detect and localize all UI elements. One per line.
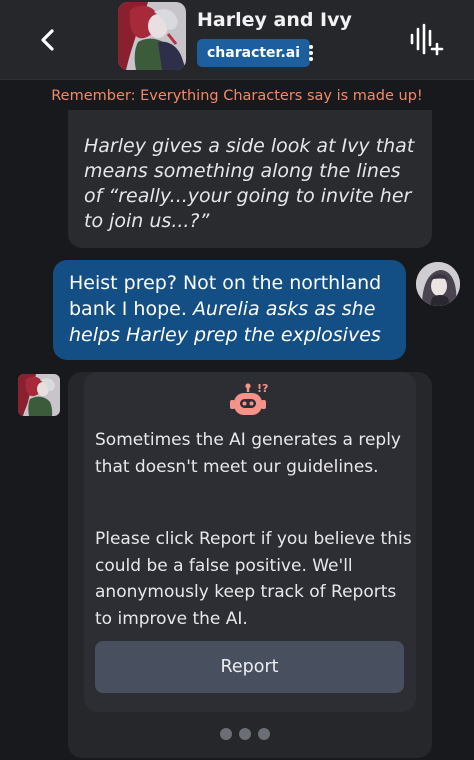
back-button[interactable] bbox=[30, 22, 66, 58]
disclaimer-banner: Remember: Everything Characters say is m… bbox=[0, 80, 474, 112]
moderation-report-explanation: Please click Report if you believe this … bbox=[95, 529, 412, 629]
robot-alert-icon: !? bbox=[228, 382, 274, 422]
typing-dot bbox=[258, 728, 270, 740]
bot-message-text: Harley gives a side look at Ivy that mea… bbox=[84, 135, 415, 232]
bot-message-bubble[interactable]: Harley gives a side look at Ivy that mea… bbox=[68, 110, 432, 248]
typing-dot bbox=[220, 728, 232, 740]
more-vertical-icon bbox=[309, 45, 313, 61]
user-message-bubble[interactable]: Heist prep? Not on the northland bank I … bbox=[53, 260, 406, 360]
svg-text:!?: !? bbox=[257, 382, 268, 395]
voice-button[interactable] bbox=[404, 20, 448, 60]
character-name[interactable]: Harley and Ivy bbox=[197, 9, 352, 31]
typing-dot bbox=[239, 728, 251, 740]
more-options-button[interactable] bbox=[303, 40, 319, 66]
chevron-left-icon bbox=[41, 29, 54, 51]
moderation-message: Sometimes the AI generates a reply that … bbox=[95, 430, 401, 477]
typing-indicator bbox=[220, 728, 280, 742]
bot-avatar[interactable] bbox=[18, 374, 60, 416]
report-button[interactable]: Report bbox=[95, 641, 404, 693]
user-avatar[interactable] bbox=[416, 262, 460, 306]
brand-badge: character.ai bbox=[197, 39, 311, 67]
voice-waveform-icon bbox=[410, 23, 444, 56]
character-avatar[interactable] bbox=[118, 2, 186, 70]
chat-header: Harley and Ivy character.ai bbox=[0, 0, 474, 80]
